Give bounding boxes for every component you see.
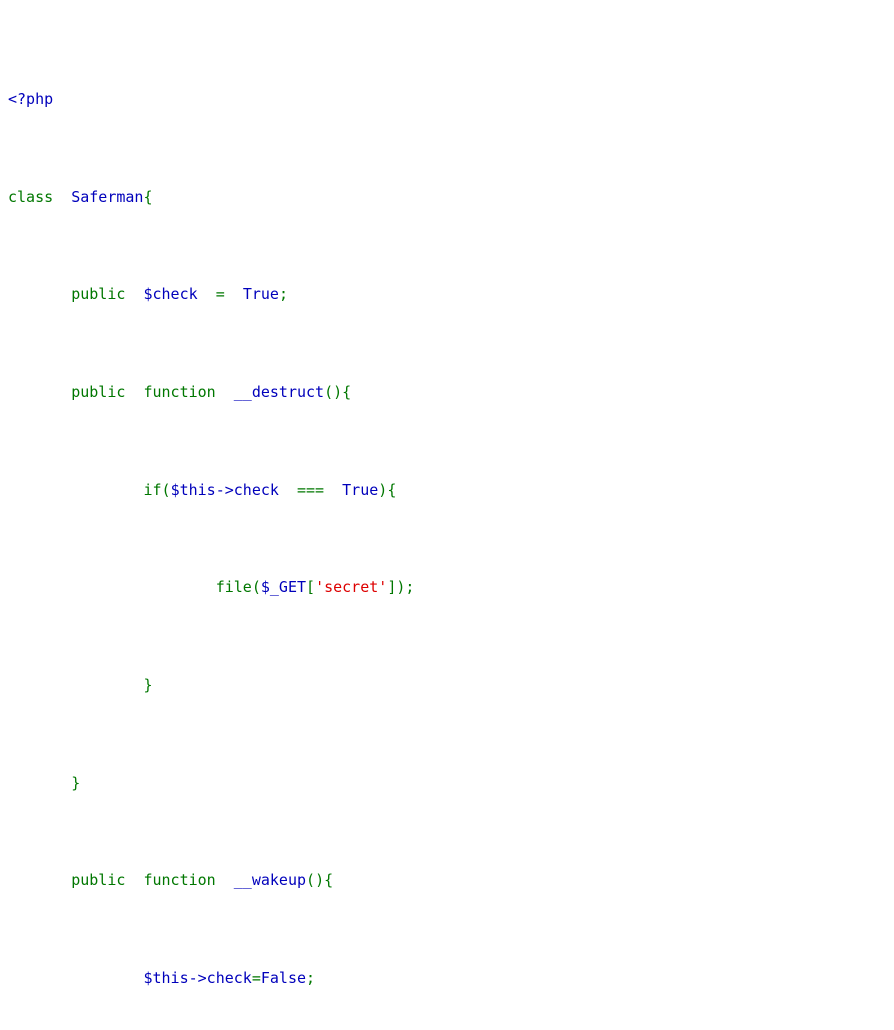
operator-identical: === [297, 480, 325, 499]
bracket-open: [ [306, 578, 316, 597]
brace-open: { [342, 383, 352, 402]
operator-assign: = [251, 968, 261, 987]
var-this-check: $this->check [143, 968, 252, 987]
magic-method-wakeup: __wakeup [233, 871, 307, 890]
brace-close: } [71, 773, 81, 792]
bracket-close: ] [387, 578, 397, 597]
superglobal-get: $_GET [260, 578, 307, 597]
semicolon: ; [405, 578, 415, 597]
paren-open: ( [161, 480, 171, 499]
paren-close: ) [315, 871, 325, 890]
keyword-function: function [143, 383, 216, 402]
string-secret: 'secret' [315, 578, 388, 597]
code-line-3: public $check = True; [8, 282, 894, 306]
code-line-2: class Saferman{ [8, 185, 894, 209]
code-line-8: } [8, 771, 894, 795]
code-line-4: public function __destruct(){ [8, 380, 894, 404]
brace-open: { [143, 187, 153, 206]
brace-open: { [324, 871, 334, 890]
paren-open: ( [251, 578, 261, 597]
const-true: True [342, 480, 379, 499]
paren-close: ) [333, 383, 343, 402]
paren-close: ) [396, 578, 406, 597]
paren-open: ( [324, 383, 334, 402]
keyword-public: public [71, 871, 126, 890]
paren-close: ) [378, 480, 388, 499]
code-line-6: file($_GET['secret']); [8, 575, 894, 599]
brace-open: { [387, 480, 397, 499]
class-name: Saferman [71, 187, 144, 206]
const-false: False [260, 968, 307, 987]
magic-method-destruct: __destruct [233, 383, 325, 402]
keyword-public: public [71, 383, 126, 402]
code-line-1: <?php [8, 87, 894, 111]
php-source-listing: <?php class Saferman{ public $check = Tr… [8, 14, 894, 1030]
brace-close: } [143, 675, 153, 694]
paren-open: ( [306, 871, 316, 890]
keyword-public: public [71, 285, 126, 304]
code-line-10: $this->check=False; [8, 966, 894, 990]
keyword-class: class [8, 187, 54, 206]
php-open-tag: <?php [8, 90, 54, 109]
semicolon: ; [278, 285, 288, 304]
operator-assign: = [215, 285, 225, 304]
code-line-7: } [8, 673, 894, 697]
function-file: file [215, 578, 252, 597]
code-line-9: public function __wakeup(){ [8, 868, 894, 892]
keyword-function: function [143, 871, 216, 890]
const-true: True [242, 285, 279, 304]
semicolon: ; [306, 968, 316, 987]
var-this-check: $this->check [170, 480, 279, 499]
code-line-5: if($this->check === True){ [8, 478, 894, 502]
property-check: $check [143, 285, 198, 304]
keyword-if: if [143, 480, 162, 499]
